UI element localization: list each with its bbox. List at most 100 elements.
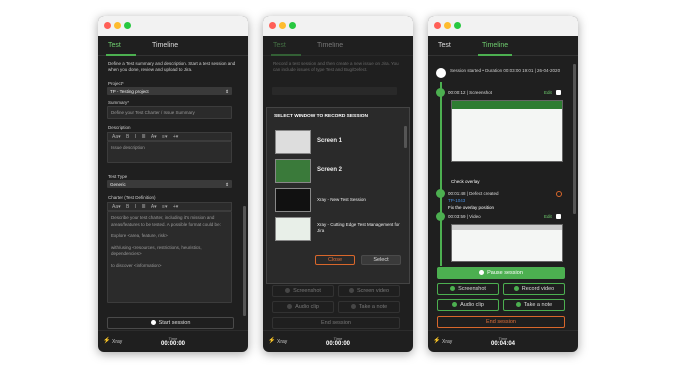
- testtype-value: Generic: [110, 181, 126, 187]
- charter-text: with/using <resources, restrictions, heu…: [111, 244, 202, 257]
- screen-video-button[interactable]: Screen video: [338, 285, 400, 297]
- scrollbar[interactable]: [243, 206, 246, 316]
- project-select[interactable]: TP - Testing project ⇕: [107, 87, 232, 95]
- maximize-dot[interactable]: [289, 22, 296, 29]
- take-note-label: Take a note: [523, 302, 553, 308]
- screen-thumbnail: [275, 217, 311, 241]
- summary-label: Summary*: [108, 100, 130, 105]
- issue-key-link[interactable]: TP-1043: [448, 198, 465, 203]
- tab-bar: Test Timeline: [428, 36, 578, 56]
- timeline-entry: 00:01:48 | Defect created: [448, 191, 499, 196]
- summary-input[interactable]: Define your Test Charter / Issue Summary: [107, 106, 232, 119]
- titlebar: [98, 16, 248, 36]
- active-tab-indicator: [478, 54, 512, 56]
- tab-timeline[interactable]: Timeline: [317, 42, 343, 49]
- thumbnail-header: [452, 101, 562, 109]
- option-label: Screen 1: [317, 138, 343, 144]
- minimize-dot[interactable]: [114, 22, 121, 29]
- microphone-icon: [452, 301, 458, 307]
- charter-label: Charter (Test Definition): [108, 195, 156, 200]
- close-dot[interactable]: [269, 22, 276, 29]
- description-input[interactable]: Issue description: [107, 141, 232, 163]
- tab-bar: Test Timeline: [263, 36, 413, 56]
- entry-checkbox[interactable]: [556, 214, 561, 219]
- window-option[interactable]: Screen 1: [275, 130, 405, 156]
- start-session-button[interactable]: Start session: [107, 317, 234, 329]
- description-label: Description: [108, 125, 131, 130]
- play-icon: [436, 68, 446, 78]
- edit-link[interactable]: Edit: [544, 214, 552, 219]
- scrollbar[interactable]: [404, 126, 407, 148]
- window-option[interactable]: Xray - New Test Session: [275, 188, 405, 214]
- maximize-dot[interactable]: [124, 22, 131, 29]
- project-value: TP - Testing project: [110, 88, 149, 94]
- pause-session-button[interactable]: Pause session: [437, 267, 565, 279]
- option-label: Screen 2: [317, 167, 343, 173]
- screenshot-thumbnail[interactable]: [451, 100, 563, 162]
- tab-test[interactable]: Test: [438, 42, 451, 49]
- camera-icon: [450, 285, 456, 291]
- tab-test[interactable]: Test: [108, 42, 121, 49]
- option-label: Xray - New Test Session: [317, 197, 366, 202]
- close-dot[interactable]: [434, 22, 441, 29]
- defect-title: Fix the overlay position: [448, 205, 495, 210]
- xray-logo-icon: ⚡: [103, 338, 111, 344]
- screenshot-label: Screenshot: [293, 288, 321, 294]
- select-button[interactable]: Select: [361, 255, 401, 265]
- screen-thumbnail: [275, 159, 311, 183]
- intro-text: Record a test session and then create a …: [273, 61, 399, 72]
- description-format-toolbar[interactable]: Aa▾ B I ≣ A▾ ≡▾ +▾: [107, 132, 232, 141]
- active-tab-indicator: [106, 54, 136, 56]
- entry-checkbox[interactable]: [556, 90, 561, 95]
- window-option[interactable]: Xray - Cutting Edge Test Management for …: [275, 217, 405, 243]
- window-option[interactable]: Screen 2: [275, 159, 405, 185]
- minimize-dot[interactable]: [444, 22, 451, 29]
- timeline-entry: 00:00:12 | Screenshot: [448, 90, 492, 95]
- screenshot-label: Screenshot: [458, 286, 486, 292]
- close-dot[interactable]: [104, 22, 111, 29]
- video-thumbnail[interactable]: [451, 224, 563, 262]
- audio-clip-label: Audio clip: [295, 304, 319, 310]
- video-icon: [436, 212, 445, 221]
- scrollbar[interactable]: [573, 64, 576, 214]
- record-video-button[interactable]: Record video: [503, 283, 565, 295]
- take-note-button[interactable]: Take a note: [338, 301, 400, 313]
- tab-timeline[interactable]: Timeline: [152, 42, 178, 49]
- xray-logo-icon: ⚡: [433, 338, 441, 344]
- close-button[interactable]: Close: [315, 255, 355, 265]
- record-window: Test Timeline Record a test session and …: [263, 16, 413, 352]
- tab-test[interactable]: Test: [273, 42, 286, 49]
- edit-link[interactable]: Edit: [544, 90, 552, 95]
- audio-clip-label: Audio clip: [460, 302, 484, 308]
- session-started-text: Session started • Duration 00:03:00 19:0…: [450, 68, 561, 73]
- audio-clip-button[interactable]: Audio clip: [272, 301, 334, 313]
- maximize-dot[interactable]: [454, 22, 461, 29]
- timeline-entry: 00:03:59 | Video: [448, 214, 481, 219]
- tab-bar: Test Timeline: [98, 36, 248, 56]
- screen-thumbnail: [275, 130, 311, 154]
- charter-format-toolbar[interactable]: Aa▾ B I ≣ A▾ ≡▾ +▾: [107, 202, 232, 211]
- xray-logo-text: Xray: [442, 339, 453, 345]
- footer: ⚡ Xray Time 00:00:00: [98, 330, 248, 352]
- video-icon: [513, 285, 519, 291]
- screenshot-button[interactable]: Screenshot: [272, 285, 334, 297]
- video-icon: [348, 287, 354, 293]
- end-session-button[interactable]: End session: [272, 317, 400, 329]
- footer: ⚡ Xray Time 00:04:04: [428, 330, 578, 352]
- camera-icon: [436, 88, 445, 97]
- screenshot-button[interactable]: Screenshot: [437, 283, 499, 295]
- charter-text: Describe your test charter, including it…: [111, 215, 221, 227]
- background-select: [272, 87, 397, 95]
- active-tab-indicator: [271, 54, 301, 56]
- xray-logo-text: Xray: [277, 339, 288, 345]
- take-note-button[interactable]: Take a note: [503, 299, 565, 311]
- play-icon: [150, 319, 156, 325]
- start-session-label: Start session: [158, 320, 191, 326]
- testtype-select[interactable]: Generic ⇕: [107, 180, 232, 188]
- charter-input[interactable]: Describe your test charter, including it…: [107, 211, 232, 303]
- end-session-button[interactable]: End session: [437, 316, 565, 328]
- audio-clip-button[interactable]: Audio clip: [437, 299, 499, 311]
- charter-text: to discover <information>: [111, 262, 162, 268]
- tab-timeline[interactable]: Timeline: [482, 42, 508, 49]
- minimize-dot[interactable]: [279, 22, 286, 29]
